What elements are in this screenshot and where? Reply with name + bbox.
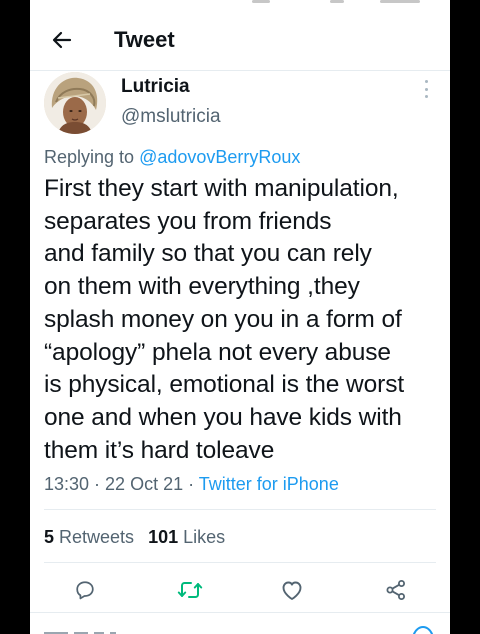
likes-stat[interactable]: 101 Likes — [148, 527, 225, 547]
replying-to: Replying to @adovovBerryRoux — [44, 146, 300, 168]
more-dot-icon — [424, 80, 428, 83]
tweet-actions — [30, 574, 450, 608]
like-button[interactable] — [276, 574, 308, 606]
tweet-source-link[interactable]: Twitter for iPhone — [199, 474, 339, 494]
retweet-icon — [177, 582, 203, 598]
divider — [30, 612, 450, 613]
status-bar — [30, 0, 450, 6]
next-tweet-icon — [412, 625, 434, 634]
divider — [44, 562, 436, 563]
arrow-left-icon — [52, 31, 72, 49]
more-dot-icon — [424, 87, 428, 91]
header-divider — [30, 70, 450, 71]
like-icon — [282, 581, 302, 600]
reply-icon — [76, 581, 94, 600]
retweet-button[interactable] — [174, 574, 206, 606]
likes-count: 101 — [148, 527, 179, 547]
tweet-meta: 13:30 · 22 Oct 21 · Twitter for iPhone — [44, 473, 339, 495]
tweet-text: First they start with manipulation, sepa… — [44, 175, 405, 464]
page-title: Tweet — [114, 27, 175, 52]
replying-to-label: Replying to — [44, 147, 140, 167]
divider — [44, 509, 436, 510]
back-button[interactable] — [48, 26, 76, 54]
user-handle[interactable]: @mslutricia — [121, 106, 221, 128]
retweets-label: Retweets — [54, 527, 135, 547]
share-icon — [386, 580, 405, 600]
reply-button[interactable] — [69, 574, 101, 606]
tweet-time: 13:30 — [44, 474, 90, 494]
next-tweet-peek — [44, 622, 194, 634]
more-options-button[interactable] — [420, 80, 432, 98]
share-button[interactable] — [380, 574, 412, 606]
tweet-stats: 5 Retweets 101 Likes — [44, 526, 239, 548]
display-name[interactable]: Lutricia — [121, 76, 190, 98]
app-header: Tweet — [30, 14, 450, 66]
retweets-count: 5 — [44, 527, 55, 547]
avatar[interactable] — [44, 72, 106, 134]
tweet-detail-screen: Tweet Lutricia @mslutricia Replying to @… — [30, 0, 450, 634]
meta-separator: · — [183, 474, 199, 494]
more-dot-icon — [424, 95, 428, 98]
reply-mention-link[interactable]: @adovovBerryRoux — [139, 147, 300, 167]
profile-photo-icon — [44, 72, 106, 134]
meta-separator: · — [89, 474, 106, 494]
retweets-stat[interactable]: 5 Retweets — [44, 527, 134, 547]
likes-label: Likes — [178, 527, 226, 547]
tweet-date: 22 Oct 21 — [105, 474, 184, 494]
